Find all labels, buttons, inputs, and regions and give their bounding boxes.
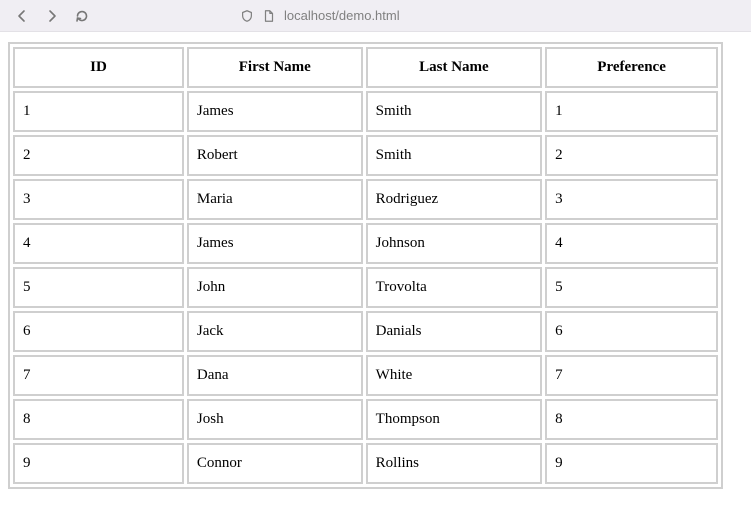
cell-last: Danials xyxy=(366,311,542,352)
table-row: 5 John Trovolta 5 xyxy=(13,267,718,308)
cell-pref: 4 xyxy=(545,223,718,264)
cell-id: 9 xyxy=(13,443,184,484)
col-header-lastname: Last Name xyxy=(366,47,542,88)
cell-last: Smith xyxy=(366,135,542,176)
url-text: localhost/demo.html xyxy=(284,8,400,23)
col-header-pref: Preference xyxy=(545,47,718,88)
cell-id: 5 xyxy=(13,267,184,308)
cell-last: Thompson xyxy=(366,399,542,440)
cell-id: 7 xyxy=(13,355,184,396)
col-header-id: ID xyxy=(13,47,184,88)
cell-pref: 7 xyxy=(545,355,718,396)
cell-first: Connor xyxy=(187,443,363,484)
page-icon xyxy=(262,9,276,23)
reload-button[interactable] xyxy=(70,4,94,28)
forward-button[interactable] xyxy=(40,4,64,28)
cell-pref: 2 xyxy=(545,135,718,176)
cell-last: Rodriguez xyxy=(366,179,542,220)
cell-first: Jack xyxy=(187,311,363,352)
page-content: ID First Name Last Name Preference 1 Jam… xyxy=(0,32,751,499)
cell-id: 6 xyxy=(13,311,184,352)
table-row: 3 Maria Rodriguez 3 xyxy=(13,179,718,220)
arrow-left-icon xyxy=(14,8,30,24)
cell-id: 1 xyxy=(13,91,184,132)
cell-pref: 5 xyxy=(545,267,718,308)
back-button[interactable] xyxy=(10,4,34,28)
cell-first: Dana xyxy=(187,355,363,396)
cell-id: 2 xyxy=(13,135,184,176)
cell-first: Robert xyxy=(187,135,363,176)
table-row: 8 Josh Thompson 8 xyxy=(13,399,718,440)
arrow-right-icon xyxy=(44,8,60,24)
table-row: 7 Dana White 7 xyxy=(13,355,718,396)
data-table: ID First Name Last Name Preference 1 Jam… xyxy=(8,42,723,489)
table-row: 1 James Smith 1 xyxy=(13,91,718,132)
cell-last: Johnson xyxy=(366,223,542,264)
cell-first: Josh xyxy=(187,399,363,440)
cell-pref: 8 xyxy=(545,399,718,440)
browser-toolbar: localhost/demo.html xyxy=(0,0,751,32)
cell-last: Rollins xyxy=(366,443,542,484)
cell-last: Trovolta xyxy=(366,267,542,308)
shield-icon xyxy=(240,9,254,23)
table-row: 6 Jack Danials 6 xyxy=(13,311,718,352)
cell-first: John xyxy=(187,267,363,308)
address-bar[interactable]: localhost/demo.html xyxy=(240,8,400,23)
cell-pref: 6 xyxy=(545,311,718,352)
col-header-firstname: First Name xyxy=(187,47,363,88)
cell-pref: 1 xyxy=(545,91,718,132)
cell-last: White xyxy=(366,355,542,396)
cell-id: 4 xyxy=(13,223,184,264)
table-row: 4 James Johnson 4 xyxy=(13,223,718,264)
table-header-row: ID First Name Last Name Preference xyxy=(13,47,718,88)
cell-first: James xyxy=(187,223,363,264)
cell-first: Maria xyxy=(187,179,363,220)
reload-icon xyxy=(74,8,90,24)
cell-pref: 9 xyxy=(545,443,718,484)
table-row: 9 Connor Rollins 9 xyxy=(13,443,718,484)
cell-id: 3 xyxy=(13,179,184,220)
cell-first: James xyxy=(187,91,363,132)
cell-last: Smith xyxy=(366,91,542,132)
cell-id: 8 xyxy=(13,399,184,440)
cell-pref: 3 xyxy=(545,179,718,220)
table-row: 2 Robert Smith 2 xyxy=(13,135,718,176)
